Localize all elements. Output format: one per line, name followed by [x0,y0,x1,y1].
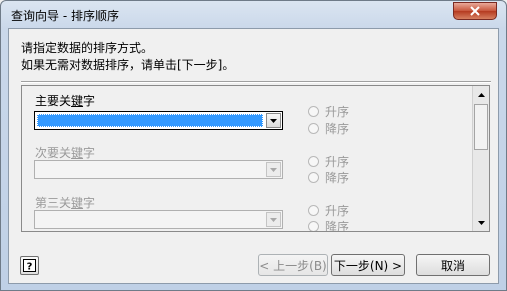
tertiary-key-dropdown-button[interactable] [266,212,281,227]
dialog-body: 请指定数据的排序方式。 如果无需对数据排序，请单击[下一步]。 主要关键字 升序… [8,28,499,284]
primary-key-label-suffix: 字 [83,94,96,108]
secondary-key-label-text: 次要关 [35,146,72,160]
secondary-key-label-accelerator: 键 [71,146,84,160]
tertiary-ascending-radio[interactable]: 升序 [308,203,350,218]
radio-circle[interactable] [308,220,319,231]
sort-keys-pane: 主要关键字 升序 降序 次要关键字 升序 降序 第三关键字 升序 降序 [21,85,490,232]
tertiary-descending-radio[interactable]: 降序 [308,219,350,232]
primary-key-dropdown-button[interactable] [266,113,281,128]
tertiary-key-label-accelerator: 键 [71,196,84,210]
dialog-window: 查询向导 - 排序顺序 请指定数据的排序方式。 如果无需对数据排序，请单击[下一… [0,0,507,291]
secondary-key-label-suffix: 字 [83,146,96,160]
cancel-button[interactable]: 取消 [416,254,490,276]
separator [21,81,491,83]
arrow-up-icon [477,92,485,97]
scroll-down-button[interactable] [473,214,489,231]
radio-circle[interactable] [308,204,319,216]
close-button[interactable] [453,2,497,20]
tertiary-ascending-label: 升序 [325,203,350,218]
help-icon: ? [23,259,36,272]
instruction-line-2: 如果无需对数据排序，请单击[下一步]。 [21,58,235,72]
secondary-ascending-radio[interactable]: 升序 [308,154,350,169]
tertiary-key-combobox[interactable] [34,210,283,229]
svg-text:?: ? [27,262,33,273]
scroll-up-button[interactable] [473,86,489,103]
secondary-key-combobox[interactable] [34,160,283,179]
chevron-down-icon [270,167,277,172]
instruction-line-1: 请指定数据的排序方式。 [21,41,154,55]
tertiary-descending-label: 降序 [325,219,350,232]
primary-ascending-label: 升序 [325,104,350,119]
secondary-key-value [37,163,263,176]
secondary-key-label: 次要关键字 [35,144,95,161]
help-button[interactable]: ? [20,256,39,275]
window-title: 查询向导 - 排序顺序 [11,9,119,23]
tertiary-key-value [37,213,263,226]
arrow-down-icon [477,220,485,225]
chevron-down-icon [270,118,277,123]
secondary-key-dropdown-button[interactable] [266,162,281,177]
radio-circle[interactable] [308,105,319,117]
secondary-ascending-label: 升序 [325,154,350,169]
radio-circle[interactable] [308,122,319,134]
next-button[interactable]: 下一步(N) > [331,254,405,276]
tertiary-key-label: 第三关键字 [35,194,95,211]
secondary-descending-label: 降序 [325,170,350,185]
secondary-descending-radio[interactable]: 降序 [308,170,350,185]
primary-key-combobox[interactable] [34,111,283,130]
instructions: 请指定数据的排序方式。 如果无需对数据排序，请单击[下一步]。 [21,40,234,74]
tertiary-key-label-text: 第三关 [35,196,72,210]
chevron-down-icon [270,217,277,222]
primary-key-label: 主要关键字 [35,92,95,109]
tertiary-key-label-suffix: 字 [83,196,96,210]
radio-circle[interactable] [308,155,319,167]
radio-circle[interactable] [308,171,319,183]
scroll-thumb[interactable] [474,104,488,150]
back-button[interactable]: < 上一步(B) [258,254,328,276]
vertical-scrollbar[interactable] [472,86,489,231]
primary-descending-label: 降序 [325,121,350,136]
primary-key-value [37,114,263,127]
close-icon [470,6,480,16]
primary-ascending-radio[interactable]: 升序 [308,104,350,119]
primary-key-label-text: 主要关 [35,94,72,108]
primary-descending-radio[interactable]: 降序 [308,121,350,136]
title-bar[interactable]: 查询向导 - 排序顺序 [1,1,506,29]
primary-key-label-accelerator: 键 [71,94,84,108]
